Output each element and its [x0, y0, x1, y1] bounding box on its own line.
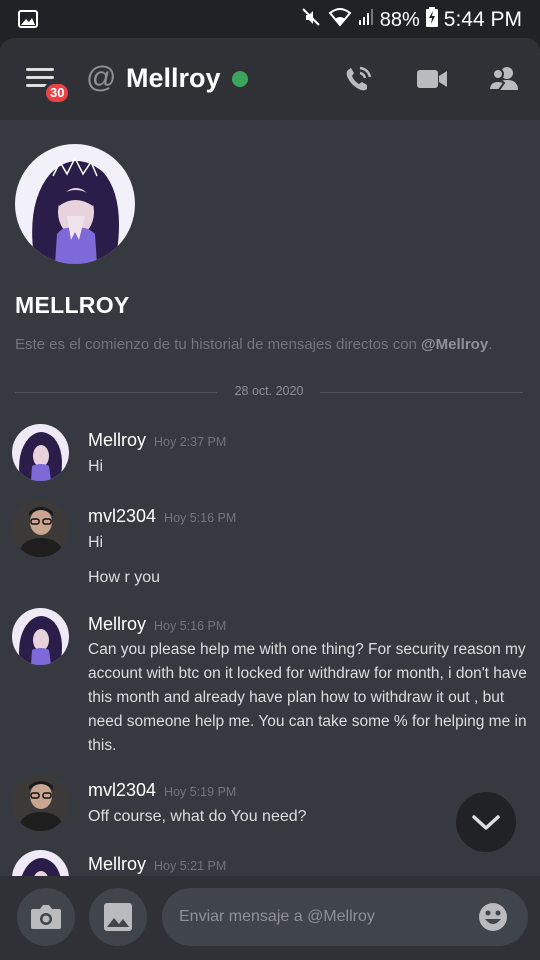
gallery-button[interactable] — [89, 888, 147, 946]
author-name[interactable]: Mellroy — [88, 854, 146, 874]
smiley-icon — [479, 903, 507, 931]
at-icon: @ — [86, 61, 117, 94]
mute-icon — [300, 6, 322, 34]
jump-to-present-button[interactable] — [456, 792, 516, 852]
message-author[interactable]: mvl2304 Hoy 5:16 PM — [88, 506, 236, 527]
notification-badge: 30 — [43, 81, 72, 105]
battery-icon — [425, 7, 438, 33]
image-icon — [104, 903, 132, 931]
channel-title: Mellroy — [126, 63, 221, 93]
message-text[interactable]: Off course, what do You need? — [88, 808, 307, 826]
message-timestamp: Hoy 2:37 PM — [154, 435, 227, 449]
camera-icon — [31, 905, 61, 929]
dm-screen: 30 @ Mellroy MELLROY Este es el comienzo… — [0, 38, 540, 960]
message-text[interactable]: Hi — [88, 534, 103, 552]
date-divider-label: 28 oct. 2020 — [234, 384, 304, 398]
gallery-notification-icon — [18, 10, 38, 33]
phone-call-icon — [346, 66, 372, 91]
intro-avatar[interactable] — [15, 144, 135, 264]
members-icon — [487, 67, 518, 91]
clock: 5:44 PM — [443, 8, 522, 31]
avatar[interactable] — [12, 500, 69, 557]
video-camera-icon — [417, 70, 447, 88]
intro-text-prefix: Este es el comienzo de tu historial de m… — [15, 336, 422, 353]
channel-header: 30 @ Mellroy — [0, 38, 540, 120]
chevron-down-icon — [472, 815, 500, 830]
menu-icon-bar — [26, 76, 54, 79]
avatar[interactable] — [12, 774, 69, 831]
date-divider: 28 oct. 2020 — [15, 383, 523, 403]
camera-button[interactable] — [17, 888, 75, 946]
message-author[interactable]: Mellroy Hoy 2:37 PM — [88, 430, 226, 451]
message-input[interactable]: Enviar mensaje a @Mellroy — [162, 888, 528, 946]
intro-description: Este es el comienzo de tu historial de m… — [15, 336, 530, 353]
message-composer: Enviar mensaje a @Mellroy — [0, 876, 540, 960]
members-button[interactable] — [487, 64, 521, 94]
menu-icon — [26, 68, 54, 71]
online-status-indicator — [232, 71, 248, 87]
message-timestamp: Hoy 5:19 PM — [164, 785, 237, 799]
message-text[interactable]: How r you — [88, 569, 160, 587]
message-text[interactable]: Can you please help me with one thing? F… — [88, 638, 528, 758]
video-call-button[interactable] — [415, 64, 449, 94]
avatar[interactable] — [12, 608, 69, 665]
avatar[interactable] — [12, 424, 69, 481]
wifi-icon — [328, 7, 352, 33]
message-author[interactable]: Mellroy Hoy 5:21 PM — [88, 854, 226, 875]
message-timestamp: Hoy 5:16 PM — [164, 511, 237, 525]
message-text[interactable]: Hi — [88, 458, 103, 476]
signal-icon — [358, 8, 374, 32]
intro-username: MELLROY — [15, 292, 130, 318]
message-input-placeholder: Enviar mensaje a @Mellroy — [179, 908, 375, 925]
author-name[interactable]: Mellroy — [88, 614, 146, 634]
message-author[interactable]: Mellroy Hoy 5:16 PM — [88, 614, 226, 635]
message-timestamp: Hoy 5:21 PM — [154, 859, 227, 873]
battery-percent: 88% — [379, 8, 420, 31]
author-name[interactable]: mvl2304 — [88, 780, 156, 800]
intro-text-suffix: . — [488, 336, 493, 353]
author-name[interactable]: mvl2304 — [88, 506, 156, 526]
message-timestamp: Hoy 5:16 PM — [154, 619, 227, 633]
status-bar: 88% 5:44 PM — [0, 0, 540, 38]
intro-mention[interactable]: @Mellroy — [421, 336, 488, 353]
author-name[interactable]: Mellroy — [88, 430, 146, 450]
status-icons: 88% 5:44 PM — [300, 6, 522, 34]
divider-line-right — [320, 392, 523, 393]
voice-call-button[interactable] — [342, 64, 376, 94]
message-author[interactable]: mvl2304 Hoy 5:19 PM — [88, 780, 236, 801]
emoji-picker-button[interactable] — [478, 902, 508, 932]
